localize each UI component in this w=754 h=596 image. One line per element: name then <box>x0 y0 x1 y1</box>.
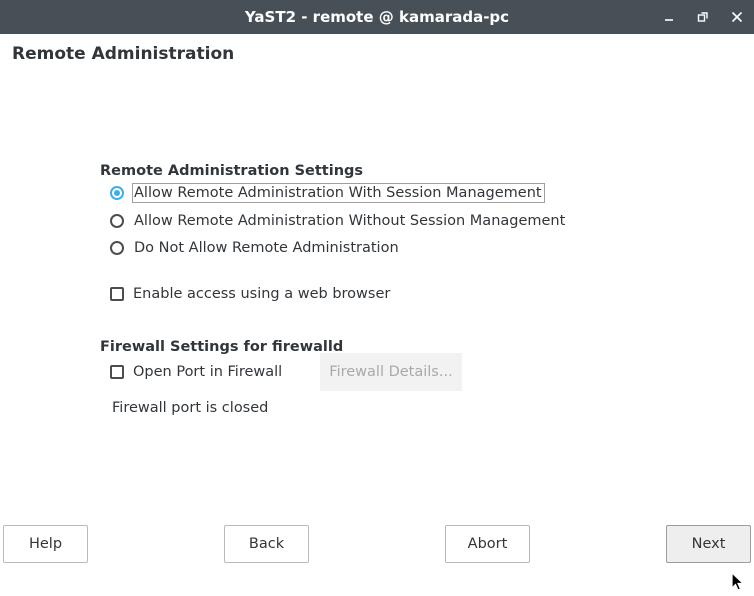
help-button[interactable]: Help <box>3 525 88 563</box>
radio-unchecked-icon[interactable] <box>110 241 124 255</box>
minimize-icon[interactable] <box>660 8 678 26</box>
back-button[interactable]: Back <box>224 525 309 563</box>
web-access-checkbox[interactable] <box>110 287 124 301</box>
radio-label: Allow Remote Administration Without Sess… <box>134 213 566 229</box>
remote-admin-section-title: Remote Administration Settings <box>100 163 364 179</box>
radio-with-session-management[interactable]: Allow Remote Administration With Session… <box>108 182 545 204</box>
next-button[interactable]: Next <box>666 525 751 563</box>
firewall-section-title: Firewall Settings for firewalld <box>100 339 344 355</box>
radio-unchecked-icon[interactable] <box>110 214 124 228</box>
close-icon[interactable] <box>728 8 746 26</box>
dialog-content: Remote Administration Remote Administrat… <box>0 34 754 591</box>
checkbox-label: Open Port in Firewall <box>133 364 283 380</box>
firewall-status: Firewall port is closed <box>112 400 269 416</box>
open-port-checkbox-row[interactable]: Open Port in Firewall <box>108 361 282 383</box>
radio-without-session-management[interactable]: Allow Remote Administration Without Sess… <box>108 210 565 232</box>
web-access-checkbox-row[interactable]: Enable access using a web browser <box>108 283 390 305</box>
abort-button[interactable]: Abort <box>445 525 530 563</box>
window-title: YaST2 - remote @ kamarada-pc <box>244 8 510 26</box>
checkbox-label: Enable access using a web browser <box>133 286 391 302</box>
radio-label: Allow Remote Administration With Session… <box>132 183 545 203</box>
page-title: Remote Administration <box>12 44 235 64</box>
open-port-checkbox[interactable] <box>110 365 124 379</box>
radio-checked-icon[interactable] <box>110 186 124 200</box>
radio-do-not-allow[interactable]: Do Not Allow Remote Administration <box>108 237 399 259</box>
restore-icon[interactable] <box>694 8 712 26</box>
mouse-pointer-icon <box>731 571 745 596</box>
window-titlebar: YaST2 - remote @ kamarada-pc <box>0 0 754 34</box>
radio-label: Do Not Allow Remote Administration <box>134 240 399 256</box>
firewall-details-button[interactable]: Firewall Details... <box>320 353 462 391</box>
